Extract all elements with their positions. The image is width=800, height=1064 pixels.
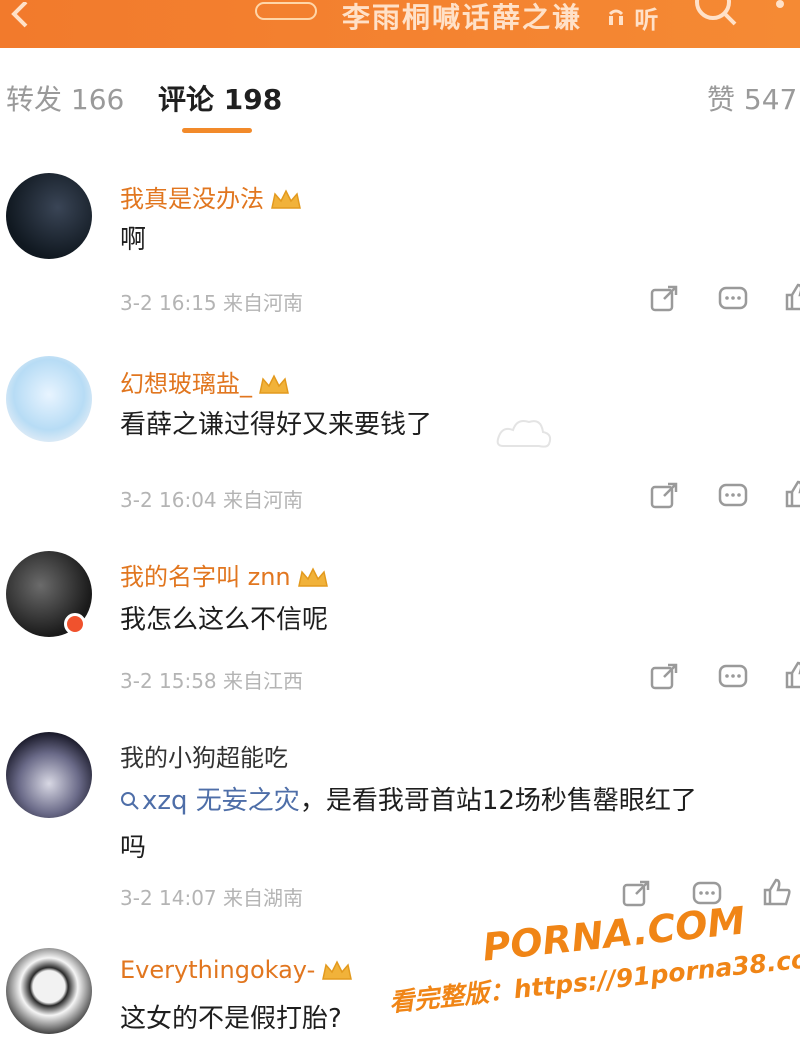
crown-icon (297, 567, 328, 587)
comment-username[interactable]: 我的小狗超能吃 (120, 738, 288, 773)
avatar[interactable] (6, 948, 92, 1034)
comment-text: 啊 (120, 225, 147, 255)
listen-button[interactable]: 听 (606, 0, 658, 35)
comment-time: 3-2 16:15 (120, 291, 217, 315)
reply-icon[interactable] (718, 285, 748, 313)
share-icon[interactable] (650, 482, 680, 510)
avatar[interactable] (6, 356, 92, 442)
comment-username[interactable]: 幻想玻璃盐_ (120, 364, 290, 399)
comment-username[interactable]: 我真是没办法 (120, 179, 302, 214)
page-title: 李雨桐喊话薛之谦 (342, 1, 583, 34)
more-icon[interactable] (765, 0, 795, 20)
like-icon[interactable] (762, 878, 792, 906)
reply-icon[interactable] (718, 482, 748, 510)
mention-link[interactable]: xzq 无妄之灾 (120, 786, 300, 816)
tab-likes[interactable]: 赞 547 (707, 78, 797, 118)
comment-item: 我真是没办法 啊 3-2 16:15 来自河南 (0, 165, 800, 355)
comment-time: 3-2 14:07 (120, 886, 217, 910)
comment-item: 幻想玻璃盐_ 看薛之谦过得好又来要钱了 3-2 16:04 来自河南 (0, 350, 800, 540)
comment-item: 我的名字叫 znn 我怎么这么不信呢 3-2 15:58 来自江西 (0, 545, 800, 725)
comment-text-continued: 吗 (120, 833, 147, 863)
reply-icon[interactable] (718, 663, 748, 691)
search-icon (121, 792, 139, 810)
tab-repost[interactable]: 转发 166 (6, 78, 124, 118)
comment-text: 我怎么这么不信呢 (120, 605, 329, 635)
comment-meta: 3-2 16:15 来自河南 (120, 287, 303, 316)
top-bar: 李雨桐喊话薛之谦 听 (0, 0, 800, 48)
comment-time: 3-2 16:04 (120, 488, 217, 512)
comment-location: 来自河南 (223, 488, 304, 512)
like-icon[interactable] (784, 480, 800, 508)
comment-username[interactable]: 我的名字叫 znn (120, 557, 329, 592)
comment-text: 看薛之谦过得好又来要钱了 (120, 410, 433, 440)
listen-label: 听 (634, 6, 659, 34)
comment-meta: 3-2 14:07 来自湖南 (120, 882, 303, 911)
crown-icon (322, 960, 353, 980)
comment-text: 这女的不是假打胎? (120, 1004, 342, 1034)
verified-badge (64, 613, 86, 635)
comment-location: 来自湖南 (223, 886, 304, 910)
comment-location: 来自江西 (223, 669, 304, 693)
header-chip[interactable] (255, 2, 317, 20)
crown-icon (259, 374, 289, 394)
share-icon[interactable] (650, 285, 680, 313)
avatar[interactable] (6, 173, 92, 259)
comment-meta: 3-2 16:04 来自河南 (120, 484, 303, 513)
cloud-icon (496, 420, 552, 448)
active-tab-indicator (182, 128, 252, 133)
share-icon[interactable] (650, 663, 680, 691)
comment-time: 3-2 15:58 (120, 669, 217, 693)
search-icon[interactable] (693, 0, 739, 28)
comment-meta: 3-2 15:58 来自江西 (120, 665, 303, 694)
like-icon[interactable] (784, 661, 800, 689)
avatar[interactable] (6, 732, 92, 818)
crown-icon (271, 189, 301, 209)
share-icon[interactable] (622, 880, 652, 908)
tab-bar: 转发 166 评论 198 赞 547 (0, 48, 800, 140)
comment-text: xzq 无妄之灾，是看我哥首站12场秒售罄眼红了 (120, 776, 697, 826)
audio-icon (608, 9, 624, 25)
comment-username[interactable]: Everythingokay- (120, 956, 353, 984)
tab-comments[interactable]: 评论 198 (158, 78, 282, 118)
like-icon[interactable] (784, 283, 800, 311)
comment-location: 来自河南 (223, 291, 304, 315)
back-icon[interactable] (4, 2, 34, 32)
